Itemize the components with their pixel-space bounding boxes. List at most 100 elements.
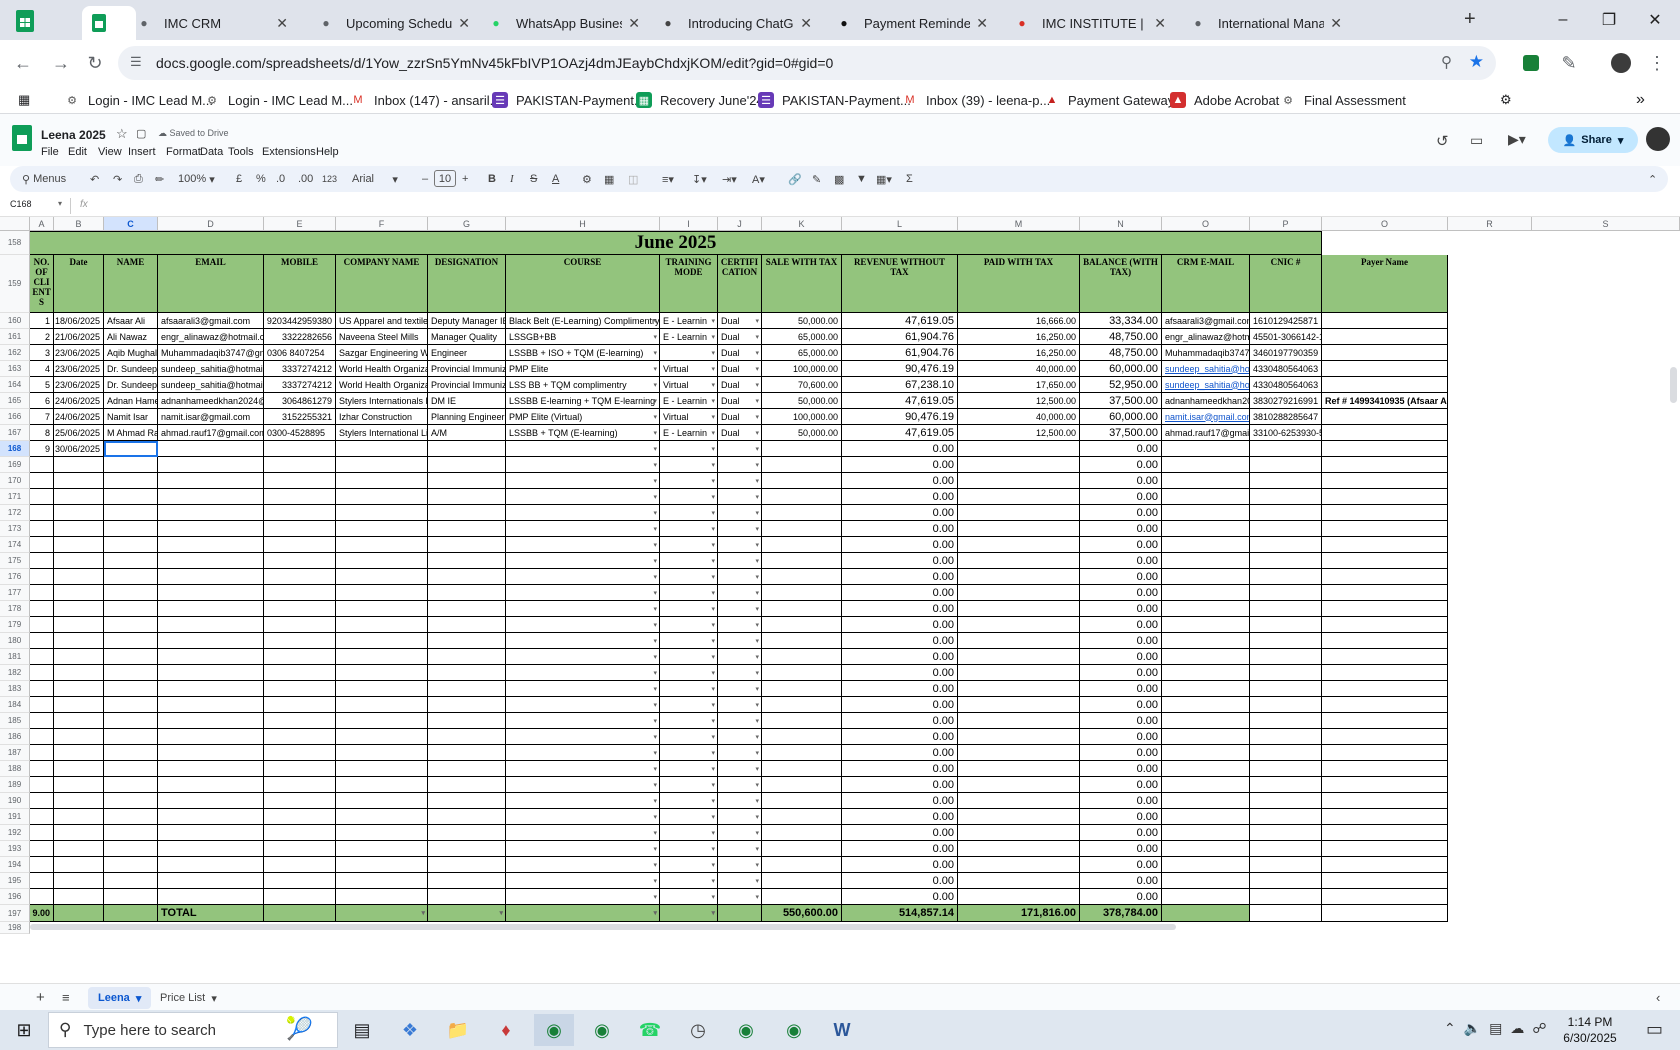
- total-bal[interactable]: 378,784.00: [1080, 905, 1162, 922]
- dropdown-chevron-icon[interactable]: ▾: [755, 589, 759, 597]
- all-sheets-icon[interactable]: ≡: [62, 990, 70, 1005]
- row-header[interactable]: 195: [0, 873, 30, 889]
- cell-bal[interactable]: 0.00: [1080, 745, 1162, 761]
- dropdown-chevron-icon[interactable]: ▾: [755, 429, 759, 437]
- dropdown-chevron-icon[interactable]: ▾: [711, 861, 715, 869]
- cell-payer[interactable]: [1322, 313, 1448, 329]
- close-tab-icon[interactable]: ✕: [1330, 15, 1342, 32]
- bookmark-item[interactable]: ▦ Recovery June'24: [636, 90, 764, 110]
- cell-rev[interactable]: 0.00: [842, 537, 958, 553]
- cell-crm[interactable]: [1162, 873, 1250, 889]
- dropdown-chevron-icon[interactable]: ▾: [653, 685, 657, 693]
- dropdown-chevron-icon[interactable]: ▾: [653, 813, 657, 821]
- cell-no[interactable]: 8: [30, 425, 54, 441]
- cell-cert[interactable]: ▾: [718, 857, 762, 873]
- cell-payer[interactable]: [1322, 777, 1448, 793]
- row-header[interactable]: 163: [0, 361, 30, 377]
- cell-payer[interactable]: [1322, 441, 1448, 457]
- cell-sale[interactable]: 70,600.00: [762, 377, 842, 393]
- bookmark-item[interactable]: ☰ PAKISTAN-Payment...: [492, 90, 645, 110]
- redo-icon[interactable]: ↷: [113, 169, 122, 189]
- cell-bal[interactable]: 0.00: [1080, 857, 1162, 873]
- cell-course[interactable]: ▾: [506, 569, 660, 585]
- row-header[interactable]: 198: [0, 922, 30, 934]
- dropdown-chevron-icon[interactable]: ▾: [653, 397, 657, 405]
- cell-cnic[interactable]: [1250, 521, 1322, 537]
- cell-bal[interactable]: 0.00: [1080, 809, 1162, 825]
- cell-mode[interactable]: Virtual ▾: [660, 361, 718, 377]
- cell-desig[interactable]: [428, 617, 506, 633]
- cell-mode[interactable]: ▾: [660, 697, 718, 713]
- cell-company[interactable]: [336, 825, 428, 841]
- cell-paid[interactable]: 16,250.00: [958, 329, 1080, 345]
- cell-mobile[interactable]: [264, 457, 336, 473]
- menu-format[interactable]: Format: [166, 146, 201, 158]
- bookmark-item[interactable]: ⚙ Final Assessment: [1280, 90, 1406, 110]
- cell-payer[interactable]: [1322, 345, 1448, 361]
- cell-mode[interactable]: ▾: [660, 649, 718, 665]
- cell-course[interactable]: ▾: [506, 825, 660, 841]
- cell-crm[interactable]: [1162, 441, 1250, 457]
- cell-payer[interactable]: [1322, 665, 1448, 681]
- cell-paid[interactable]: [958, 617, 1080, 633]
- document-title[interactable]: Leena 2025: [41, 128, 106, 142]
- cell-date[interactable]: [54, 649, 104, 665]
- cell-company[interactable]: [336, 697, 428, 713]
- cell-name[interactable]: [104, 505, 158, 521]
- dropdown-chevron-icon[interactable]: ▾: [711, 781, 715, 789]
- cell-mobile[interactable]: 3322282656: [264, 329, 336, 345]
- cell-paid[interactable]: [958, 809, 1080, 825]
- cell-no[interactable]: 5: [30, 377, 54, 393]
- cell-sale[interactable]: [762, 793, 842, 809]
- cell-mode[interactable]: ▾: [660, 793, 718, 809]
- cell-crm[interactable]: [1162, 617, 1250, 633]
- row-header[interactable]: 180: [0, 633, 30, 649]
- cell-mobile[interactable]: [264, 681, 336, 697]
- cell-cnic[interactable]: 4330480564063: [1250, 361, 1322, 377]
- cell-bal[interactable]: 37,500.00: [1080, 393, 1162, 409]
- cell-desig[interactable]: [428, 713, 506, 729]
- cell-payer[interactable]: [1322, 713, 1448, 729]
- cell-date[interactable]: [54, 537, 104, 553]
- cell-sale[interactable]: [762, 761, 842, 777]
- cell-crm[interactable]: [1162, 777, 1250, 793]
- cell-paid[interactable]: 40,000.00: [958, 361, 1080, 377]
- name-box-dropdown-icon[interactable]: ▾: [58, 199, 62, 208]
- column-header[interactable]: F: [336, 217, 428, 231]
- close-tab-icon[interactable]: ✕: [458, 15, 470, 32]
- column-header[interactable]: M: [958, 217, 1080, 231]
- cell-cert[interactable]: ▾: [718, 441, 762, 457]
- row-header[interactable]: 164: [0, 377, 30, 393]
- cell-no[interactable]: [30, 505, 54, 521]
- cell-payer[interactable]: [1322, 329, 1448, 345]
- menu-tools[interactable]: Tools: [228, 146, 254, 158]
- sheets-app-tab[interactable]: [8, 6, 42, 36]
- cell-crm[interactable]: [1162, 665, 1250, 681]
- dropdown-chevron-icon[interactable]: ▾: [711, 733, 715, 741]
- cell-cert[interactable]: ▾: [718, 745, 762, 761]
- cell-company[interactable]: World Health Organization: [336, 377, 428, 393]
- dropdown-chevron-icon[interactable]: ▾: [653, 509, 657, 517]
- cell-mode[interactable]: ▾: [660, 713, 718, 729]
- cell-sale[interactable]: [762, 681, 842, 697]
- cell-desig[interactable]: A/M: [428, 425, 506, 441]
- column-header[interactable]: R: [1448, 217, 1532, 231]
- cell-company[interactable]: [336, 665, 428, 681]
- cell-mode[interactable]: Virtual ▾: [660, 409, 718, 425]
- sheets-logo-icon[interactable]: [12, 125, 32, 151]
- cell-mode[interactable]: ▾: [660, 665, 718, 681]
- cell-desig[interactable]: [428, 601, 506, 617]
- column-header[interactable]: O: [1322, 217, 1448, 231]
- cell-mode[interactable]: ▾: [660, 345, 718, 361]
- row-header[interactable]: 193: [0, 841, 30, 857]
- row-header[interactable]: 194: [0, 857, 30, 873]
- cell-company[interactable]: Sazgar Engineering Works: [336, 345, 428, 361]
- cell-paid[interactable]: [958, 841, 1080, 857]
- cell-desig[interactable]: [428, 489, 506, 505]
- dropdown-chevron-icon[interactable]: ▾: [711, 909, 715, 917]
- dropdown-chevron-icon[interactable]: ▾: [711, 829, 715, 837]
- cell-bal[interactable]: 0.00: [1080, 665, 1162, 681]
- cell-course[interactable]: ▾: [506, 857, 660, 873]
- cell-sale[interactable]: [762, 521, 842, 537]
- cell-cnic[interactable]: 3810288285647: [1250, 409, 1322, 425]
